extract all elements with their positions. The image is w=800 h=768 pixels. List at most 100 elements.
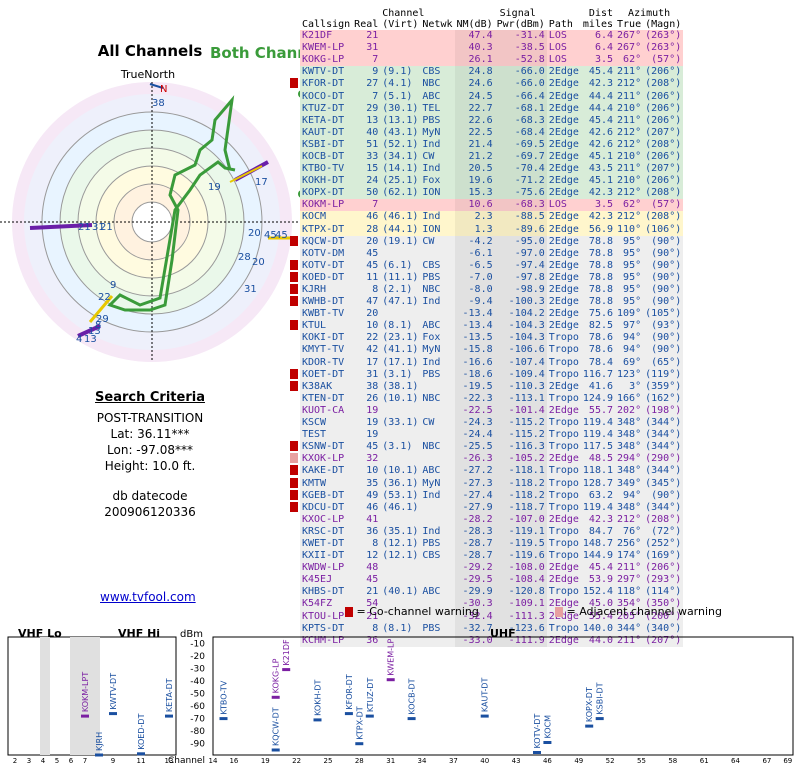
cochannel-warning-icon [290, 235, 298, 246]
table-row: KOKM-LP 7 10.6 -68.3 LOS 3.5 62° (57°) [300, 199, 684, 212]
cell-network [420, 453, 454, 465]
cell-distance: 119.4 [582, 417, 614, 429]
cell-path: Tropo [548, 525, 579, 537]
cell-real-channel: 11 [366, 271, 379, 283]
cell-noise-margin: -29.9 [454, 586, 495, 599]
cell-power: -118.1 [494, 465, 547, 478]
cell-path: 2Edge [548, 404, 579, 416]
cell-power: -108.0 [494, 562, 547, 575]
cell-callsign: KTUL [290, 320, 352, 332]
cell-azimuth-true: 348° [617, 465, 642, 477]
cell-azimuth-true: 348° [617, 501, 642, 513]
signal-bar [365, 714, 374, 718]
table-row: K45EJ 45 -29.5 -108.4 2Edge 53.9 297° (293°) [300, 574, 684, 587]
cell-real-channel: 33 [366, 150, 379, 162]
cell-real-channel: 50 [366, 187, 379, 199]
cell-callsign: KDCU-DT [290, 501, 352, 514]
cell-power: -104.2 [494, 308, 547, 321]
legend-cochannel: = Co-channel warning [345, 605, 479, 618]
cell-noise-margin: 21.2 [454, 150, 495, 164]
cell-azimuth-true: 118° [617, 586, 642, 598]
cell-noise-margin: 19.6 [454, 175, 495, 188]
cell-power: -118.7 [494, 501, 547, 514]
cell-callsign: KRSC-DT [302, 525, 345, 537]
polar-label: 4 [76, 334, 82, 345]
cell-virtual-channel: (36.1) [382, 477, 419, 489]
cell-azimuth-magnetic: (198°) [645, 404, 682, 416]
cell-network: Ind [422, 525, 441, 537]
cell-callsign: K38AK [290, 380, 352, 393]
uhf-label: UHF [490, 627, 516, 640]
cell-azimuth-magnetic: (263°) [645, 30, 682, 42]
cell-real-channel: 9 [372, 66, 379, 78]
cell-power: -52.8 [494, 54, 547, 67]
cell-power: -97.0 [494, 247, 547, 260]
cell-path: 2Edge [548, 175, 579, 187]
cell-callsign: KOKG-LP [302, 54, 345, 66]
cell-azimuth-true: 76° [623, 525, 642, 537]
signal-bar-label: KTBO-TV [220, 680, 229, 714]
tvfool-link[interactable]: www.tvfool.com [100, 590, 196, 604]
table-row: TEST 19 -24.4 -115.2 Tropo 119.4 348° (344°) [300, 429, 684, 442]
cell-virtual-channel: (25.1) [382, 175, 419, 187]
table-group-header: Channel Signal Dist Azimuth [300, 8, 683, 19]
cell-virtual-channel: (11.1) [382, 271, 419, 283]
cell-virtual-channel: (3.1) [382, 441, 413, 453]
cell-power: -89.6 [494, 223, 547, 236]
x-tick-label: 69 [783, 757, 792, 765]
cell-distance: 3.5 [594, 199, 614, 211]
cell-real-channel: 31 [366, 368, 379, 380]
table-row: KWET-DT 8 (12.1) PBS -28.7 -119.5 Tropo 148.7 25… [300, 537, 684, 551]
cell-distance: 45.4 [588, 562, 614, 574]
table-row: KAUT-DT 40 (43.1) MyN 22.5 -68.4 2Edge 42.6 212°… [300, 126, 684, 139]
cell-distance: 55.7 [588, 404, 614, 416]
polar-label: 20 [252, 257, 265, 268]
cell-virtual-channel [380, 514, 420, 526]
cell-distance: 44.4 [588, 90, 614, 102]
cell-azimuth-true: 3° [629, 380, 642, 392]
cell-real-channel: 8 [372, 284, 379, 296]
cell-azimuth-true: 109° [617, 308, 642, 320]
table-row: K21DF 21 47.4 -31.4 LOS 6.4 267° (263°) [300, 30, 684, 43]
cell-real-channel: 29 [366, 102, 379, 114]
signal-bar [386, 678, 395, 682]
signal-bar [81, 714, 89, 718]
signal-bars: KOKM-LPT KWTV-DT KETA-DT KJRH KOED-DT KTBO-TV… [81, 639, 605, 757]
signal-bar [219, 717, 228, 721]
cell-network [420, 42, 454, 54]
cell-virtual-channel: (4.1) [382, 78, 413, 90]
y-tick-label: -10 [190, 639, 205, 649]
cell-real-channel: 40 [366, 126, 379, 138]
cell-network: PBS [422, 271, 441, 283]
cell-network [420, 562, 454, 574]
table-column-header: Callsign Real (Virt) Netwk NM(dB) Pwr(dB… [300, 19, 683, 30]
signal-bar-label: KJRH [95, 732, 104, 751]
uhf-panel [212, 636, 794, 756]
cell-azimuth-true: 69° [623, 356, 642, 368]
cell-network: Ind [422, 356, 441, 368]
table-row: KXOC-LP 41 -28.2 -107.0 2Edge 42.3 212° (208°) [300, 513, 684, 526]
cell-azimuth-true: 212° [617, 126, 642, 138]
cell-azimuth-magnetic: (344°) [645, 417, 682, 429]
cell-noise-margin: -27.2 [454, 465, 495, 478]
col-miles: miles [582, 19, 614, 30]
col-callsign: Callsign [302, 19, 351, 30]
cell-callsign: KAUT-DT [302, 126, 345, 138]
cell-real-channel: 12 [366, 550, 379, 562]
cell-path: Tropo [548, 392, 579, 404]
cell-virtual-channel [380, 308, 420, 320]
x-tick-label: 9 [111, 757, 115, 765]
table-row: KSCW 19 (33.1) CW -24.3 -115.2 Tropo 119.4 348°(… [300, 417, 684, 430]
cell-power: -119.6 [494, 550, 547, 563]
x-tick-label: 5 [55, 757, 59, 765]
cell-virtual-channel: (30.1) [382, 102, 419, 114]
cell-network [420, 429, 454, 441]
cell-power: -68.4 [494, 126, 547, 139]
cell-azimuth-true: 349° [617, 477, 642, 489]
cell-real-channel: 35 [366, 477, 379, 489]
cell-virtual-channel: (47.1) [382, 296, 419, 308]
cell-network [420, 248, 454, 260]
cell-azimuth-true: 212° [617, 78, 642, 90]
vhf-hi-label: VHF Hi [118, 627, 160, 640]
cell-callsign: KOCM [302, 211, 327, 223]
